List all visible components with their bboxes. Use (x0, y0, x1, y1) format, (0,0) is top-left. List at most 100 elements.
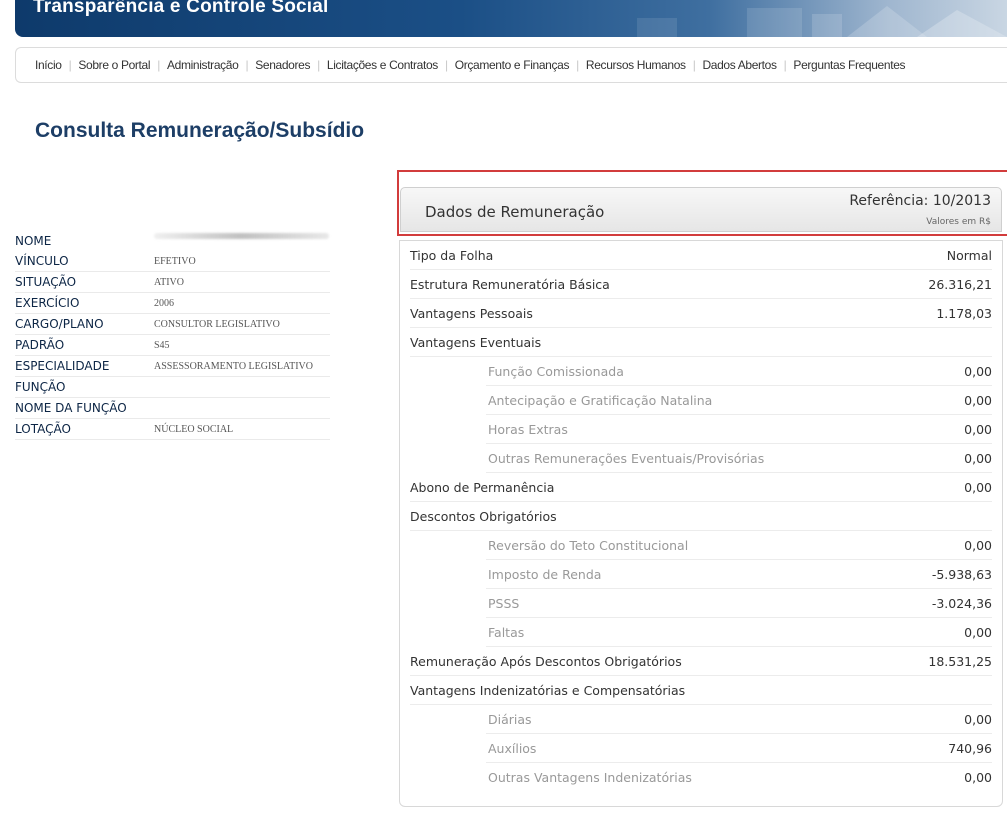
row-label: Auxílios (488, 740, 537, 756)
page-title: Consulta Remuneração/Subsídio (35, 119, 365, 142)
table-row: Auxílios 740,96 (486, 734, 992, 763)
nav-perguntas[interactable]: Perguntas Frequentes (793, 58, 905, 72)
row-label: Horas Extras (488, 421, 568, 437)
row-label: Vantagens Indenizatórias e Compensatória… (410, 682, 686, 698)
nav-senadores[interactable]: Senadores (255, 58, 310, 72)
nav-recursos-humanos[interactable]: Recursos Humanos (586, 58, 686, 72)
row-label: PSSS (488, 595, 520, 611)
table-row: Vantagens Eventuais (410, 328, 992, 357)
site-title: Transparência e Controle Social (33, 0, 329, 17)
row-value: 740,96 (948, 740, 992, 756)
remuneration-table: Tipo da Folha Normal Estrutura Remunerató… (399, 240, 1003, 807)
row-value: 1.178,03 (936, 305, 992, 321)
row-label: Diárias (488, 711, 532, 727)
info-row: FUNÇÃO (15, 377, 330, 398)
nav-sobre-portal[interactable]: Sobre o Portal (78, 58, 150, 72)
row-value: -5.938,63 (931, 566, 992, 582)
row-label: Remuneração Após Descontos Obrigatórios (410, 653, 682, 669)
info-value: S45 (154, 339, 170, 351)
info-value: ASSESSORAMENTO LEGISLATIVO (154, 360, 313, 372)
banner-decoration-icon (637, 6, 1007, 37)
table-row: Remuneração Após Descontos Obrigatórios 1… (410, 647, 992, 676)
nav-licitacoes[interactable]: Licitações e Contratos (327, 58, 438, 72)
row-value: 0,00 (964, 392, 992, 408)
row-label: Estrutura Remuneratória Básica (410, 276, 610, 292)
table-row: Estrutura Remuneratória Básica 26.316,21 (410, 270, 992, 299)
table-row: Vantagens Indenizatórias e Compensatória… (410, 676, 992, 705)
nav-administracao[interactable]: Administração (167, 58, 239, 72)
row-label: Outras Vantagens Indenizatórias (488, 770, 692, 785)
row-label: Tipo da Folha (410, 247, 494, 263)
table-row: Outras Remunerações Eventuais/Provisória… (486, 444, 992, 473)
row-label: Função Comissionada (488, 363, 624, 379)
personal-info: NOME VÍNCULO EFETIVO SITUAÇÃO ATIVO EXERCÍ… (15, 230, 330, 440)
info-value: CONSULTOR LEGISLATIVO (154, 318, 280, 330)
table-row: Função Comissionada 0,00 (486, 357, 992, 386)
row-value: -3.024,36 (931, 595, 992, 611)
panel-unit: Valores em R$ (926, 217, 991, 227)
row-value: 0,00 (964, 421, 992, 437)
info-label: SITUAÇÃO (15, 275, 77, 289)
info-row: EXERCÍCIO 2006 (15, 293, 330, 314)
info-row: LOTAÇÃO NÚCLEO SOCIAL (15, 419, 330, 440)
info-label: VÍNCULO (15, 254, 69, 268)
row-value: 26.316,21 (928, 276, 992, 292)
info-label: NOME DA FUNÇÃO (15, 401, 127, 415)
info-label: PADRÃO (15, 338, 65, 352)
info-row: NOME DA FUNÇÃO (15, 398, 330, 419)
info-row: ESPECIALIDADE ASSESSORAMENTO LEGISLATIVO (15, 356, 330, 377)
table-row: Tipo da Folha Normal (410, 241, 992, 270)
main-nav: Início | Sobre o Portal | Administração | S… (15, 47, 1007, 83)
info-label: EXERCÍCIO (15, 296, 80, 310)
nav-orcamento[interactable]: Orçamento e Finanças (455, 58, 570, 72)
remuneration-panel-header: Dados de Remuneração Referência: 10/2013… (400, 187, 1002, 232)
table-row: Diárias 0,00 (486, 705, 992, 734)
info-row: VÍNCULO EFETIVO (15, 251, 330, 272)
row-label: Outras Remunerações Eventuais/Provisória… (488, 450, 765, 466)
row-label: Vantagens Pessoais (410, 305, 533, 321)
table-row: Faltas 0,00 (486, 618, 992, 647)
row-label: Reversão do Teto Constitucional (488, 537, 689, 553)
blurred-name (154, 232, 329, 239)
row-value: 0,00 (964, 624, 992, 640)
table-row: Abono de Permanência 0,00 (410, 473, 992, 502)
row-value: 0,00 (964, 711, 992, 727)
row-label: Abono de Permanência (410, 479, 555, 495)
info-row: SITUAÇÃO ATIVO (15, 272, 330, 293)
row-value: 0,00 (964, 450, 992, 466)
row-value: Normal (946, 247, 992, 263)
info-label: LOTAÇÃO (15, 422, 71, 436)
info-row: CARGO/PLANO CONSULTOR LEGISLATIVO (15, 314, 330, 335)
table-row: Outras Vantagens Indenizatórias 0,00 (486, 763, 992, 792)
row-value: 0,00 (964, 363, 992, 379)
table-row: Antecipação e Gratificação Natalina 0,00 (486, 386, 992, 415)
row-value: 0,00 (964, 770, 992, 785)
header-banner: Transparência e Controle Social (15, 0, 1007, 37)
table-row: Reversão do Teto Constitucional 0,00 (486, 531, 992, 560)
nav-dados-abertos[interactable]: Dados Abertos (702, 58, 777, 72)
info-label: ESPECIALIDADE (15, 359, 110, 373)
table-row: Imposto de Renda -5.938,63 (486, 560, 992, 589)
table-row: Descontos Obrigatórios (410, 502, 992, 531)
info-label: CARGO/PLANO (15, 317, 104, 331)
row-label: Imposto de Renda (488, 566, 602, 582)
info-row: NOME (15, 230, 330, 251)
info-value: EFETIVO (154, 255, 196, 267)
panel-title: Dados de Remuneração (425, 203, 605, 221)
table-row: Horas Extras 0,00 (486, 415, 992, 444)
info-label: NOME (15, 233, 52, 248)
row-value: 18.531,25 (928, 653, 992, 669)
info-label: FUNÇÃO (15, 380, 66, 394)
table-row: Vantagens Pessoais 1.178,03 (410, 299, 992, 328)
row-label: Descontos Obrigatórios (410, 508, 557, 524)
info-row: PADRÃO S45 (15, 335, 330, 356)
row-value: 0,00 (964, 479, 992, 495)
table-row: PSSS -3.024,36 (486, 589, 992, 618)
nav-inicio[interactable]: Início (35, 58, 62, 72)
info-value: NÚCLEO SOCIAL (154, 423, 234, 435)
panel-reference: Referência: 10/2013 (849, 193, 991, 209)
row-label: Antecipação e Gratificação Natalina (488, 392, 713, 408)
info-value: 2006 (154, 297, 174, 309)
row-value: 0,00 (964, 537, 992, 553)
row-label: Vantagens Eventuais (410, 334, 542, 350)
